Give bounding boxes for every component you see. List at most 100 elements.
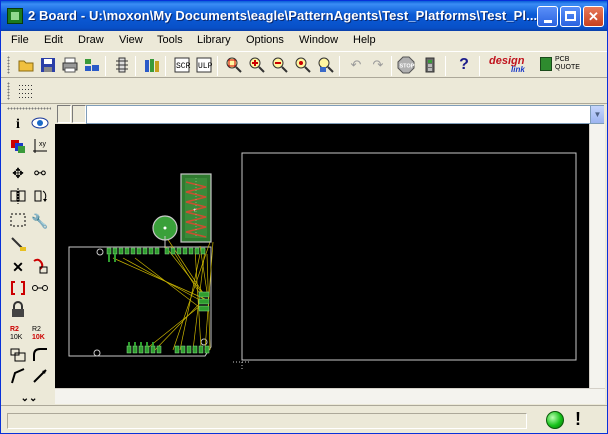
menu-file[interactable]: File — [11, 34, 29, 46]
zoom-out-icon[interactable] — [271, 56, 289, 74]
display-icon[interactable] — [8, 137, 28, 157]
info-icon[interactable]: i — [8, 115, 28, 135]
menu-help[interactable]: Help — [353, 34, 376, 46]
script-icon[interactable]: SCR — [173, 56, 191, 74]
miter-icon[interactable] — [30, 345, 50, 365]
stop-label: STOP — [400, 64, 415, 70]
toolbar-separator — [135, 56, 136, 76]
cam-icon[interactable] — [83, 56, 101, 74]
save-icon[interactable] — [39, 56, 57, 74]
chevron-down-icon: ▼ — [593, 110, 602, 119]
maximize-icon — [565, 11, 576, 21]
status-bar: ! — [1, 405, 607, 433]
menu-bar: File Edit Draw View Tools Library Option… — [1, 31, 607, 51]
vertical-scrollbar[interactable] — [589, 124, 605, 388]
toolbar-separator — [105, 56, 106, 76]
maximize-button[interactable] — [560, 6, 581, 27]
meander-component: + — [180, 173, 212, 243]
stop-command-icon[interactable]: ! — [570, 409, 586, 430]
mirror-icon[interactable] — [8, 187, 28, 207]
pcb-quote-line2: QUOTE — [555, 64, 580, 71]
close-icon: ✕ — [588, 9, 599, 24]
command-toolbar: i xy ✥ ⚯ 🔧 ✕ R2 10K R2 10K ⌄⌄ — [5, 105, 55, 409]
redo-icon[interactable]: ↷ — [369, 56, 387, 74]
go-icon[interactable] — [421, 56, 439, 74]
horizontal-scrollbar[interactable] — [55, 388, 605, 404]
move-icon[interactable]: ✥ — [8, 163, 28, 183]
toolbar-grip[interactable] — [7, 56, 10, 74]
menu-view[interactable]: View — [119, 34, 143, 46]
toolbar-grip[interactable] — [7, 82, 10, 100]
zoom-select-icon[interactable] — [294, 56, 312, 74]
pcb-chip-icon — [540, 57, 552, 71]
mark-icon[interactable]: xy — [30, 137, 50, 157]
route-icon[interactable] — [30, 367, 50, 387]
grid-icon[interactable] — [17, 82, 35, 100]
status-message — [7, 413, 527, 429]
window-title: 2 Board - U:\moxon\My Documents\eagle\Pa… — [28, 8, 538, 23]
svg-text:ULP: ULP — [198, 62, 213, 71]
split-icon[interactable] — [8, 345, 28, 365]
menu-window[interactable]: Window — [299, 34, 338, 46]
menu-edit[interactable]: Edit — [44, 34, 63, 46]
menu-library[interactable]: Library — [197, 34, 231, 46]
svg-text:10K: 10K — [10, 334, 23, 341]
value-icon[interactable]: R2 10K — [30, 323, 50, 343]
stop-icon[interactable]: STOP — [397, 56, 415, 74]
smash-icon[interactable] — [30, 279, 50, 299]
menu-draw[interactable]: Draw — [78, 34, 104, 46]
status-ok-icon[interactable] — [546, 411, 564, 429]
replace-icon[interactable] — [8, 279, 28, 299]
svg-text:10K: 10K — [32, 334, 45, 341]
ulp-icon[interactable]: ULP — [195, 56, 213, 74]
param-button-1[interactable] — [57, 105, 71, 123]
board-outline-large — [241, 152, 577, 361]
toolbar-separator — [445, 56, 446, 76]
print-icon[interactable] — [61, 56, 79, 74]
svg-text:xy: xy — [39, 141, 47, 148]
redraw-icon[interactable] — [317, 56, 335, 74]
change-icon[interactable]: 🔧 — [30, 211, 50, 231]
add-icon[interactable] — [30, 257, 50, 277]
design-link-icon[interactable]: design link — [487, 54, 533, 76]
menu-options[interactable]: Options — [246, 34, 284, 46]
application-window: 2 Board - U:\moxon\My Documents\eagle\Pa… — [0, 0, 608, 434]
toolbar-separator — [165, 56, 166, 76]
svg-text:+: + — [193, 208, 197, 214]
drc-icon[interactable] — [113, 56, 131, 74]
delete-icon[interactable]: ✕ — [8, 257, 28, 277]
toolbar-grip[interactable] — [7, 107, 51, 110]
toolbar-separator — [479, 56, 480, 76]
pcb-quote-icon[interactable]: PCB QUOTE — [539, 55, 581, 75]
library-icon[interactable] — [143, 56, 161, 74]
toolbar-separator — [339, 56, 340, 76]
main-toolbar: SCR ULP ↶ ↷ STOP ? design link PCB QUOTE — [1, 51, 607, 78]
undo-icon[interactable]: ↶ — [347, 56, 365, 74]
close-button[interactable]: ✕ — [583, 6, 604, 27]
help-icon[interactable]: ? — [455, 56, 473, 74]
group-icon[interactable] — [8, 211, 28, 231]
board-drawing: + — [68, 152, 577, 371]
lock-icon[interactable] — [8, 301, 28, 321]
name-icon[interactable]: R2 10K — [8, 323, 28, 343]
optimize-icon[interactable] — [8, 367, 28, 387]
toolbar-separator — [217, 56, 218, 76]
title-bar[interactable]: 2 Board - U:\moxon\My Documents\eagle\Pa… — [1, 1, 607, 31]
eagle-app-icon[interactable] — [7, 8, 23, 24]
show-icon[interactable] — [30, 115, 50, 135]
rotate-icon[interactable] — [30, 187, 50, 207]
top-header-pads — [106, 247, 206, 255]
command-input[interactable] — [86, 105, 604, 124]
copy-icon[interactable]: ⚯ — [30, 163, 50, 183]
bottom-header-pads — [126, 345, 210, 354]
board-canvas[interactable]: + — [55, 124, 589, 388]
menu-tools[interactable]: Tools — [157, 34, 183, 46]
zoom-fit-icon[interactable] — [225, 56, 243, 74]
zoom-in-icon[interactable] — [248, 56, 266, 74]
command-history-dropdown[interactable]: ▼ — [590, 106, 604, 123]
param-button-2[interactable] — [72, 105, 86, 123]
paste-icon[interactable] — [8, 235, 28, 255]
open-icon[interactable] — [17, 56, 35, 74]
minimize-button[interactable] — [537, 6, 558, 27]
svg-text:R2: R2 — [10, 326, 19, 333]
